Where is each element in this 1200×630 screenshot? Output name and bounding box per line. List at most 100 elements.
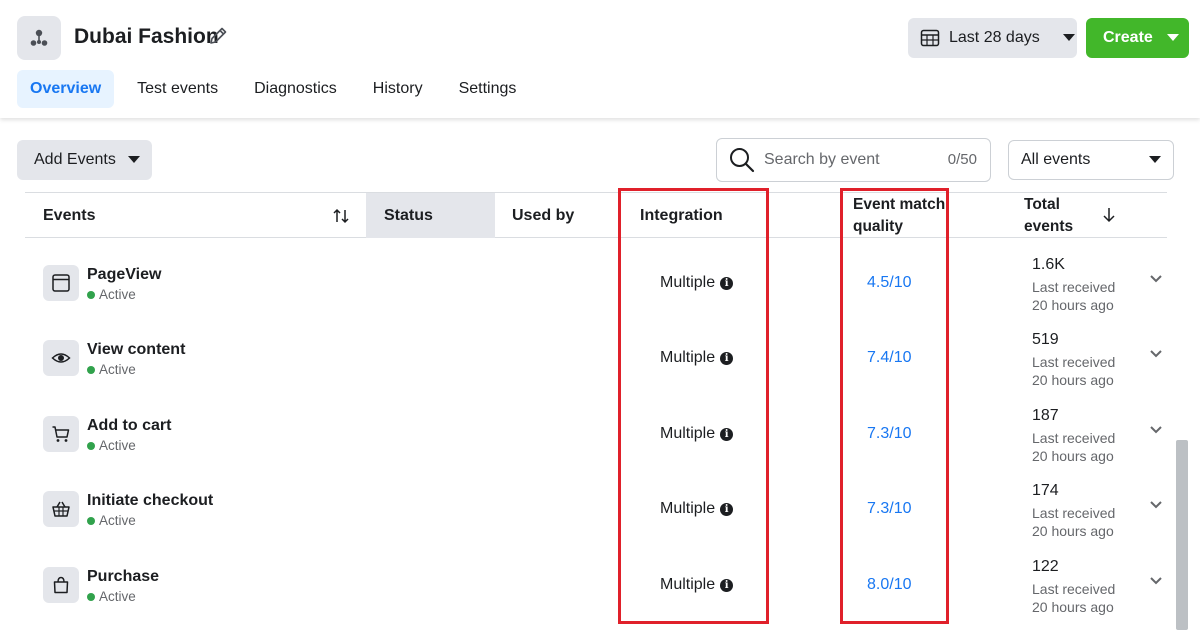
event-status-label: Active (99, 438, 136, 453)
table-row[interactable]: Add to cart Active Multiple i 7.3/10 187 … (25, 389, 1167, 464)
create-button[interactable]: Create (1086, 18, 1189, 58)
event-status: Active (87, 438, 136, 453)
column-header-integration[interactable]: Integration (640, 193, 723, 238)
sort-arrows-icon[interactable] (332, 207, 350, 225)
event-status: Active (87, 362, 136, 377)
total-header-line2: events (1024, 217, 1074, 235)
eye-icon (43, 340, 79, 376)
column-header-event-match-quality[interactable]: Event match quality (853, 193, 945, 238)
column-header-used-by[interactable]: Used by (512, 193, 574, 238)
page-icon (43, 265, 79, 301)
total-events-count: 187 (1032, 407, 1059, 424)
table-row[interactable]: Initiate checkout Active Multiple i 7.3/1… (25, 464, 1167, 539)
column-header-total-events[interactable]: Total events (1024, 193, 1073, 238)
tab-history[interactable]: History (360, 70, 436, 108)
chevron-down-icon[interactable] (1149, 274, 1163, 284)
total-header-line1: Total (1024, 195, 1060, 213)
event-match-quality-link[interactable]: 8.0/10 (867, 576, 911, 594)
info-icon[interactable]: i (720, 502, 734, 516)
last-received: Last received 20 hours ago (1032, 580, 1142, 616)
event-filter-value: All events (1021, 151, 1091, 168)
event-status-label: Active (99, 287, 136, 302)
sort-down-arrow-icon[interactable] (1102, 206, 1116, 224)
chevron-down-icon[interactable] (1149, 349, 1163, 359)
calendar-icon (920, 29, 940, 47)
event-name: Purchase (87, 568, 160, 585)
chevron-down-icon[interactable] (1149, 500, 1163, 510)
search-icon (730, 148, 755, 173)
last-received: Last received 20 hours ago (1032, 353, 1142, 389)
integration-label: Multiple (660, 425, 716, 442)
emq-header-line2: quality (853, 217, 903, 235)
integration-value: Multiple i (660, 349, 734, 367)
active-dot-icon (87, 441, 95, 450)
integration-label: Multiple (660, 500, 716, 517)
last-received-line2: 20 hours ago (1032, 297, 1114, 313)
total-events-count: 1.6K (1032, 256, 1065, 273)
tab-bar: Overview Test events Diagnostics History… (17, 70, 539, 108)
active-dot-icon (87, 592, 95, 601)
chevron-down-icon[interactable] (1149, 576, 1163, 586)
integration-value: Multiple i (660, 500, 734, 518)
caret-down-icon (1062, 34, 1075, 41)
last-received-line1: Last received (1032, 505, 1116, 521)
edit-pencil-icon[interactable] (207, 25, 229, 47)
cart-icon (43, 416, 79, 452)
integration-label: Multiple (660, 576, 716, 593)
column-header-status[interactable]: Status (384, 193, 433, 238)
table-row[interactable]: View content Active Multiple i 7.4/10 519… (25, 313, 1167, 388)
add-events-button[interactable]: Add Events (17, 140, 152, 180)
date-range-button[interactable]: Last 28 days (908, 18, 1077, 58)
create-button-label: Create (1103, 29, 1153, 46)
active-dot-icon (87, 290, 95, 299)
tab-test-events[interactable]: Test events (124, 70, 231, 108)
event-name: View content (87, 341, 186, 358)
scrollbar-thumb[interactable] (1176, 440, 1188, 630)
chevron-down-icon[interactable] (1149, 425, 1163, 435)
last-received-line1: Last received (1032, 581, 1116, 597)
info-icon[interactable]: i (720, 276, 734, 290)
table-row[interactable]: PageView Active Multiple i 4.5/10 1.6K La… (25, 238, 1167, 313)
last-received: Last received 20 hours ago (1032, 278, 1142, 314)
event-status-label: Active (99, 362, 136, 377)
tab-diagnostics[interactable]: Diagnostics (241, 70, 350, 108)
dataset-title: Dubai Fashion (74, 25, 219, 48)
event-status-label: Active (99, 589, 136, 604)
event-filter-select[interactable]: All events (1008, 140, 1174, 180)
last-received-line2: 20 hours ago (1032, 523, 1114, 539)
dataset-network-icon (30, 29, 48, 46)
last-received-line2: 20 hours ago (1032, 448, 1114, 464)
add-events-label: Add Events (34, 151, 116, 168)
total-events-count: 519 (1032, 331, 1059, 348)
table-row[interactable]: Purchase Active Multiple i 8.0/10 122 Las… (25, 540, 1167, 615)
last-received-line2: 20 hours ago (1032, 372, 1114, 388)
event-status: Active (87, 287, 136, 302)
info-icon[interactable]: i (720, 578, 734, 592)
search-input[interactable] (764, 151, 934, 169)
event-match-quality-link[interactable]: 7.4/10 (867, 349, 911, 367)
info-icon[interactable]: i (720, 427, 734, 441)
last-received-line2: 20 hours ago (1032, 599, 1114, 615)
event-match-quality-link[interactable]: 7.3/10 (867, 500, 911, 518)
event-name: Add to cart (87, 417, 172, 434)
event-search-box[interactable]: 0/50 (716, 138, 991, 182)
event-name: PageView (87, 266, 162, 283)
table-header: Events Status Used by Integration Event … (25, 192, 1167, 238)
event-match-quality-link[interactable]: 7.3/10 (867, 425, 911, 443)
page-header: Dubai Fashion Last 28 days Create Overvi… (0, 0, 1200, 118)
tab-overview[interactable]: Overview (17, 70, 115, 108)
emq-header-line1: Event match (853, 195, 946, 213)
info-icon[interactable]: i (720, 351, 734, 365)
column-header-events[interactable]: Events (43, 193, 95, 238)
event-status-label: Active (99, 513, 136, 528)
integration-label: Multiple (660, 274, 716, 291)
bag-icon (43, 567, 79, 603)
event-name: Initiate checkout (87, 492, 214, 509)
integration-value: Multiple i (660, 274, 734, 292)
caret-down-icon (1149, 156, 1161, 163)
active-dot-icon (87, 365, 95, 374)
total-events-count: 174 (1032, 482, 1059, 499)
active-dot-icon (87, 516, 95, 525)
event-match-quality-link[interactable]: 4.5/10 (867, 274, 911, 292)
tab-settings[interactable]: Settings (446, 70, 530, 108)
